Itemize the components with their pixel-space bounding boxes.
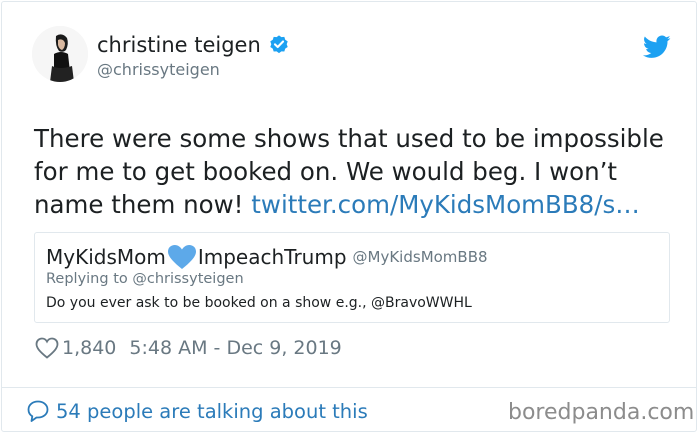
author-name-row[interactable]: christine teigen — [97, 33, 290, 57]
tweet-link[interactable]: twitter.com/MyKidsMomBB8/s… — [251, 190, 639, 219]
avatar-photo-icon — [32, 26, 88, 82]
quoted-author-name-part1: MyKidsMom — [46, 245, 166, 269]
like-count[interactable]: 1,840 — [62, 337, 116, 359]
quoted-tweet-header: MyKidsMom ImpeachTrump @MyKidsMomBB8 — [46, 244, 488, 270]
quoted-author-name-part2: ImpeachTrump — [197, 245, 347, 269]
tweet-text-line: There were some shows that used to be im… — [34, 124, 664, 153]
tweet-text: There were some shows that used to be im… — [34, 122, 674, 221]
watermark: boredpanda.com — [508, 400, 695, 425]
author-name[interactable]: christine teigen — [97, 33, 261, 57]
tweet-timestamp[interactable]: 5:48 AM - Dec 9, 2019 — [129, 337, 341, 359]
speech-bubble-icon — [27, 400, 49, 422]
quoted-author-handle: @MyKidsMomBB8 — [352, 248, 488, 266]
author-handle[interactable]: @chrissyteigen — [97, 60, 220, 79]
blue-heart-icon — [167, 244, 197, 270]
conversation-link[interactable]: 54 people are talking about this — [26, 399, 368, 423]
quoted-tweet-text: Do you ever ask to be booked on a show e… — [46, 295, 472, 311]
tweet-text-fragment: name them now! — [34, 190, 252, 219]
conversation-text[interactable]: 54 people are talking about this — [56, 400, 368, 423]
tweet-text-line: for me to get booked on. We would beg. I… — [34, 157, 618, 186]
avatar[interactable] — [32, 26, 88, 82]
quoted-tweet[interactable]: MyKidsMom ImpeachTrump @MyKidsMomBB8 Rep… — [34, 232, 670, 323]
replying-to-text: Replying to @chrissyteigen — [46, 271, 244, 287]
divider — [2, 387, 696, 388]
like-heart-icon[interactable] — [35, 337, 59, 359]
twitter-bird-icon[interactable] — [643, 35, 671, 59]
tweet-card: christine teigen @chrissyteigen There we… — [1, 1, 697, 432]
tweet-meta: 1,840 5:48 AM - Dec 9, 2019 — [35, 337, 342, 359]
verified-badge-icon — [268, 34, 290, 56]
tweet-text-line: name them now! twitter.com/MyKidsMomBB8/… — [34, 188, 674, 221]
